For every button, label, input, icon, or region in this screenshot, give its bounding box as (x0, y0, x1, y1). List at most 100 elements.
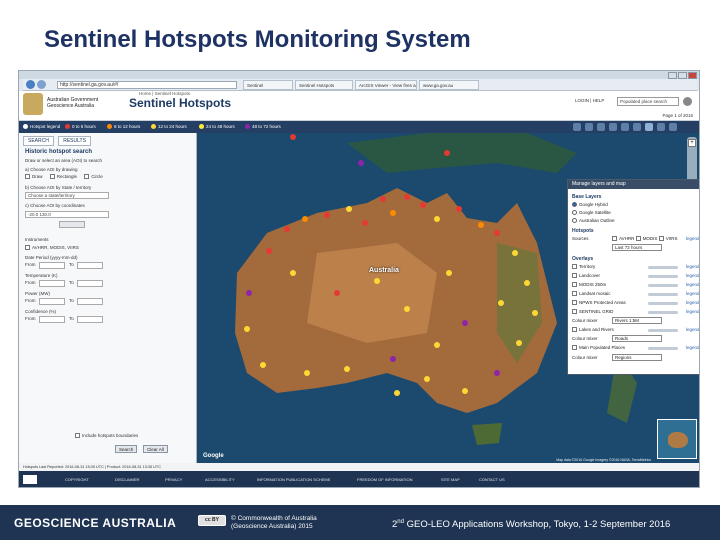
hotspot-marker[interactable] (304, 370, 310, 376)
back-icon[interactable] (26, 80, 35, 89)
forward-icon[interactable] (37, 80, 46, 89)
hotspot-marker[interactable] (290, 134, 296, 140)
overlay-checkbox[interactable] (572, 291, 577, 296)
base-layer-radio[interactable] (572, 210, 577, 215)
hotspot-marker[interactable] (390, 356, 396, 362)
hotspot-marker[interactable] (266, 248, 272, 254)
identify-tool-icon[interactable] (621, 123, 629, 131)
roads-select[interactable]: Roads (612, 335, 662, 342)
legend-link[interactable]: legend (686, 309, 699, 314)
browser-tab[interactable]: Sentinel (243, 80, 293, 90)
fullscreen-tool-icon[interactable] (669, 123, 677, 131)
hotspot-marker[interactable] (246, 290, 252, 296)
hotspot-marker[interactable] (512, 250, 518, 256)
tab-search[interactable]: SEARCH (23, 136, 54, 146)
coordinates-input[interactable]: -20.0 130.0 (25, 211, 109, 218)
hotspot-marker[interactable] (424, 376, 430, 382)
footer-link[interactable]: ACCESSIBILITY (205, 477, 235, 482)
legend-link[interactable]: legend (686, 300, 699, 305)
hotspot-marker[interactable] (404, 306, 410, 312)
footer-link[interactable]: INFORMATION PUBLICATION SCHEME (257, 477, 330, 482)
date-to-input[interactable] (77, 262, 103, 269)
legend-link[interactable]: legend (686, 291, 699, 296)
opacity-slider[interactable] (648, 311, 678, 314)
hotspot-marker[interactable] (302, 216, 308, 222)
measure-tool-icon[interactable] (597, 123, 605, 131)
hotspot-marker[interactable] (446, 270, 452, 276)
footer-link[interactable]: COPYRIGHT (65, 477, 89, 482)
legend-link[interactable]: legend (686, 264, 699, 269)
source-checkbox[interactable] (635, 236, 641, 241)
legend-link[interactable]: legend (686, 282, 699, 287)
overlay-checkbox[interactable] (572, 300, 577, 305)
zoom-in-button[interactable]: + (688, 139, 696, 147)
power-to-input[interactable] (77, 298, 103, 305)
hotspot-marker[interactable] (404, 194, 410, 200)
hotspot-marker[interactable] (462, 388, 468, 394)
date-from-input[interactable] (39, 262, 65, 269)
instrument-checkbox[interactable] (25, 245, 30, 250)
hotspot-marker[interactable] (434, 216, 440, 222)
legend-link[interactable]: legend (686, 273, 699, 278)
opacity-slider[interactable] (648, 293, 678, 296)
print-tool-icon[interactable] (609, 123, 617, 131)
hotspot-marker[interactable] (374, 278, 380, 284)
overlay-checkbox[interactable] (572, 282, 577, 287)
opacity-slider[interactable] (648, 266, 678, 269)
base-layer-option[interactable]: Google Hybrid (572, 202, 699, 209)
settings-tool-icon[interactable] (645, 123, 653, 131)
browser-tab[interactable]: ArcGIS Viewer - View fires and hotspots (355, 80, 417, 90)
power-from-input[interactable] (39, 298, 65, 305)
base-layer-option[interactable]: Australian Outline (572, 218, 699, 225)
browser-tab[interactable]: Sentinel Hotspots (295, 80, 353, 90)
place-search-input[interactable]: Populated place search (617, 97, 679, 106)
source-checkbox[interactable] (658, 236, 664, 241)
hotspot-marker[interactable] (456, 206, 462, 212)
overview-minimap[interactable] (657, 419, 697, 459)
footer-link[interactable]: SITE MAP (441, 477, 460, 482)
hotspot-marker[interactable] (494, 230, 500, 236)
overlay-checkbox[interactable] (572, 327, 577, 332)
regions-select[interactable]: Regions (612, 354, 662, 361)
hotspot-marker[interactable] (290, 270, 296, 276)
hotspot-marker[interactable] (532, 310, 538, 316)
hotspot-marker[interactable] (260, 362, 266, 368)
hotspot-marker[interactable] (244, 326, 250, 332)
overlay-checkbox[interactable] (572, 345, 577, 350)
legend-link[interactable]: legend (686, 236, 699, 241)
hotspot-marker[interactable] (444, 150, 450, 156)
hotspot-marker[interactable] (380, 196, 386, 202)
footer-link[interactable]: CONTACT US (479, 477, 505, 482)
hotspot-marker[interactable] (524, 280, 530, 286)
draw-circle-checkbox[interactable] (84, 174, 90, 179)
minimize-button[interactable] (668, 72, 677, 79)
base-layer-radio[interactable] (572, 202, 577, 207)
hotspot-marker[interactable] (516, 340, 522, 346)
hotspot-marker[interactable] (390, 210, 396, 216)
opacity-slider[interactable] (648, 329, 678, 332)
close-window-button[interactable] (688, 72, 697, 79)
include-boundaries-checkbox[interactable] (75, 433, 80, 438)
hotspot-marker[interactable] (420, 202, 426, 208)
footer-link[interactable]: DISCLAIMER (115, 477, 139, 482)
coordinates-apply[interactable] (59, 221, 85, 228)
opacity-slider[interactable] (648, 275, 678, 278)
hotspot-marker[interactable] (344, 366, 350, 372)
search-icon[interactable] (683, 97, 692, 106)
opacity-slider[interactable] (648, 284, 678, 287)
colour-select[interactable]: Rivers 1:5M (612, 317, 662, 324)
hotspot-marker[interactable] (478, 222, 484, 228)
legend-link[interactable]: legend (686, 327, 699, 332)
zoom-in-tool-icon[interactable] (573, 123, 581, 131)
hotspot-marker[interactable] (434, 342, 440, 348)
opacity-slider[interactable] (648, 347, 678, 350)
header-links[interactable]: LOGIN | HELP (575, 98, 604, 103)
layers-tool-icon[interactable] (633, 123, 641, 131)
overlay-checkbox[interactable] (572, 264, 577, 269)
source-checkbox[interactable] (612, 236, 617, 241)
conf-to-input[interactable] (77, 316, 103, 323)
hotspots-period-select[interactable]: Last 72 hours (612, 244, 662, 251)
pan-tool-icon[interactable] (585, 123, 593, 131)
maximize-button[interactable] (678, 72, 687, 79)
temp-from-input[interactable] (39, 280, 65, 287)
